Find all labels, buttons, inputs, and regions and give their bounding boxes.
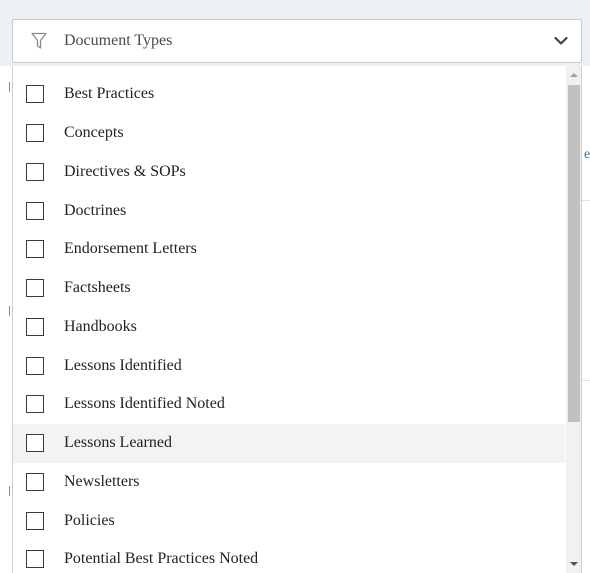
- scroll-up-arrow-icon[interactable]: [566, 68, 581, 82]
- checkbox[interactable]: [26, 511, 44, 530]
- background-link-fragment: e: [584, 147, 590, 162]
- chevron-down-icon[interactable]: [553, 33, 569, 49]
- checkbox[interactable]: [26, 85, 44, 104]
- checkbox[interactable]: [26, 317, 44, 336]
- filter-icon: [30, 32, 48, 50]
- list-item[interactable]: Newsletters: [13, 463, 565, 502]
- option-label: Lessons Identified: [64, 356, 182, 374]
- checkbox[interactable]: [26, 279, 44, 298]
- option-list: Best Practices Concepts Directives & SOP…: [13, 75, 565, 573]
- select-placeholder: Document Types: [64, 32, 173, 49]
- option-label: Lessons Identified Noted: [64, 395, 225, 413]
- checkbox[interactable]: [26, 201, 44, 220]
- option-label: Best Practices: [64, 85, 155, 103]
- list-item[interactable]: Concepts: [13, 114, 565, 153]
- option-label: Handbooks: [64, 317, 137, 335]
- option-label: Potential Best Practices Noted: [64, 550, 259, 568]
- option-label: Policies: [64, 511, 115, 529]
- option-label: Directives & SOPs: [64, 162, 186, 180]
- document-types-dropdown-panel[interactable]: Best Practices Concepts Directives & SOP…: [12, 66, 582, 573]
- scrollbar-thumb[interactable]: [568, 85, 580, 422]
- option-label: Concepts: [64, 124, 124, 142]
- document-types-select[interactable]: Document Types: [12, 19, 582, 63]
- checkbox[interactable]: [26, 472, 44, 491]
- checkbox[interactable]: [26, 162, 44, 181]
- list-item[interactable]: Factsheets: [13, 269, 565, 308]
- list-item-hovered[interactable]: Lessons Learned: [13, 423, 565, 463]
- checkbox[interactable]: [26, 395, 44, 414]
- background-divider: [582, 200, 590, 201]
- checkbox[interactable]: [26, 124, 44, 143]
- option-label: Lessons Learned: [64, 434, 172, 452]
- option-label: Factsheets: [64, 279, 131, 297]
- checkbox[interactable]: [26, 434, 44, 453]
- background-mark: [9, 486, 10, 496]
- option-label: Doctrines: [64, 201, 127, 219]
- option-label: Endorsement Letters: [64, 240, 197, 258]
- vertical-scrollbar[interactable]: [566, 66, 581, 573]
- background-divider: [582, 380, 590, 381]
- list-item[interactable]: Handbooks: [13, 308, 565, 347]
- option-label: Newsletters: [64, 472, 140, 490]
- checkbox[interactable]: [26, 356, 44, 375]
- background-mark: [9, 82, 10, 92]
- list-item[interactable]: Lessons Identified: [13, 346, 565, 385]
- list-item[interactable]: Potential Best Practices Noted: [13, 540, 565, 573]
- list-item[interactable]: Best Practices: [13, 75, 565, 114]
- checkbox[interactable]: [26, 550, 44, 569]
- checkbox[interactable]: [26, 240, 44, 259]
- background-mark: [9, 306, 10, 316]
- list-item[interactable]: Doctrines: [13, 191, 565, 230]
- list-item[interactable]: Lessons Identified Noted: [13, 385, 565, 424]
- page: Document Types e Best Practices Concepts…: [0, 0, 590, 573]
- list-item[interactable]: Directives & SOPs: [13, 153, 565, 192]
- scroll-down-arrow-icon[interactable]: [566, 557, 581, 571]
- list-item[interactable]: Endorsement Letters: [13, 230, 565, 269]
- list-item[interactable]: Policies: [13, 501, 565, 540]
